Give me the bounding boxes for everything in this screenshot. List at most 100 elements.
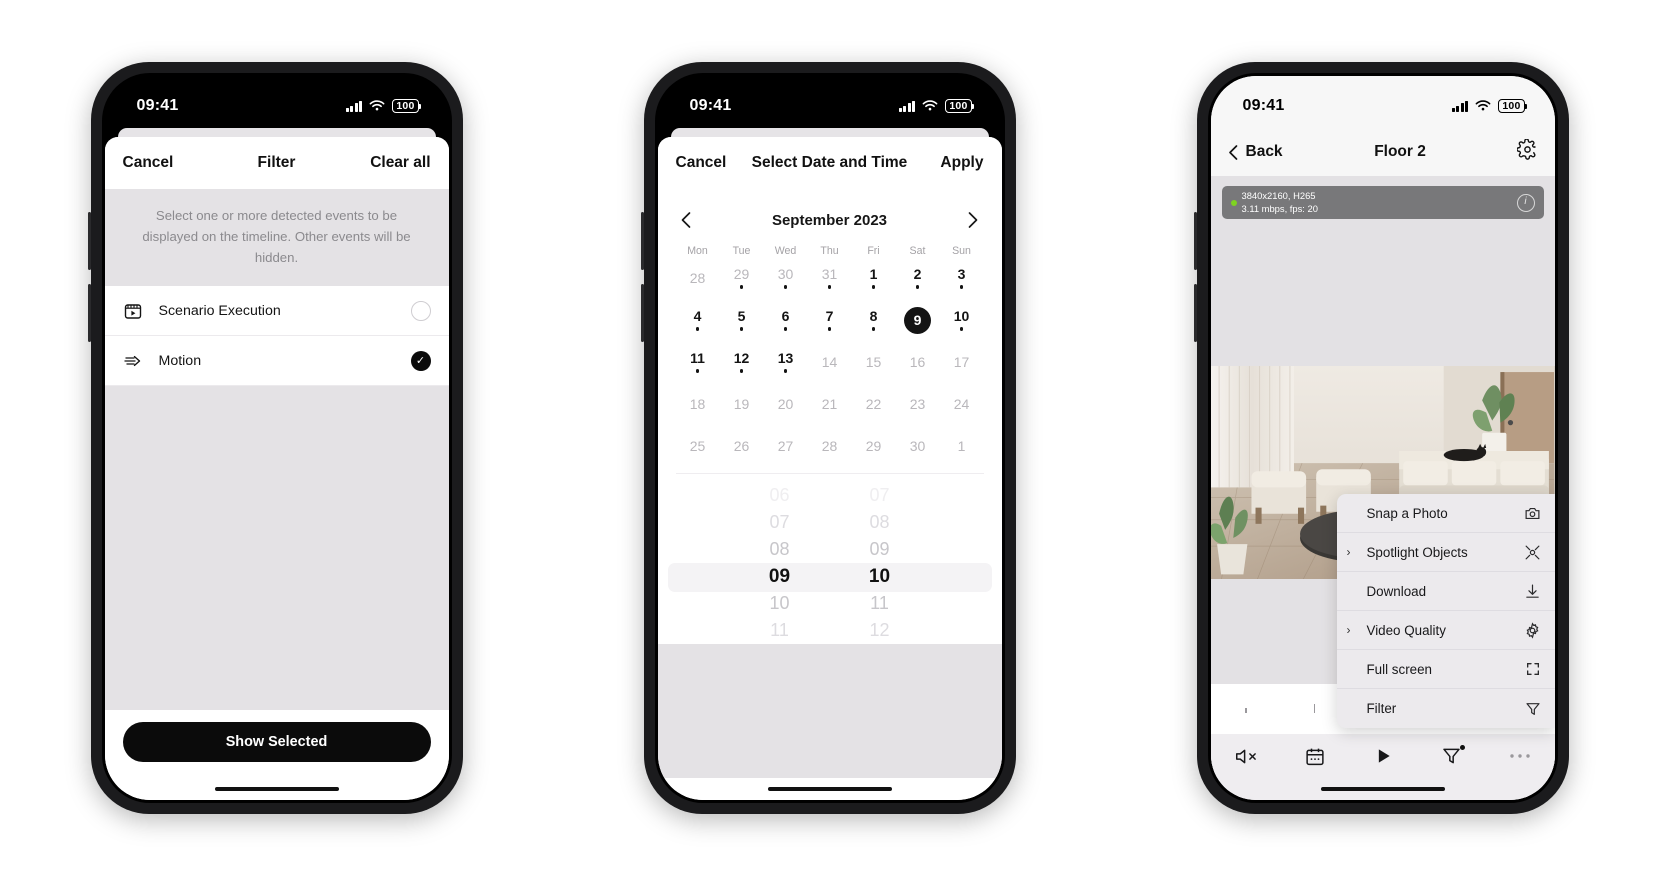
filter-navbar: Cancel Filter Clear all — [104, 137, 449, 189]
calendar-day[interactable]: 12 — [720, 341, 764, 383]
calendar-day[interactable]: 28 — [808, 425, 852, 467]
calendar-day[interactable]: 7 — [808, 299, 852, 341]
page-title: Select Date and Time — [751, 154, 908, 171]
minute-option[interactable]: 07 — [849, 482, 911, 509]
calendar-day[interactable]: 9 — [896, 299, 940, 341]
list-item-motion[interactable]: Motion ✓ — [104, 336, 449, 386]
calendar-day[interactable]: 4 — [676, 299, 720, 341]
hour-option[interactable]: 10 — [749, 590, 811, 617]
hour-option[interactable]: 09 — [749, 563, 811, 590]
stream-status-dot — [1230, 199, 1237, 206]
calendar-day[interactable]: 3 — [940, 257, 984, 299]
info-icon[interactable]: i — [1516, 193, 1535, 212]
menu-item-snap-a-photo[interactable]: Snap a Photo — [1336, 494, 1555, 533]
time-picker[interactable]: 06070809101112 07080910111213 — [657, 474, 1002, 644]
calendar-day[interactable]: 27 — [764, 425, 808, 467]
calendar-day[interactable]: 18 — [676, 383, 720, 425]
calendar-day[interactable]: 11 — [676, 341, 720, 383]
calendar-day[interactable]: 1 — [940, 425, 984, 467]
minute-option[interactable]: 09 — [849, 536, 911, 563]
calendar-day[interactable]: 29 — [852, 425, 896, 467]
hour-wheel[interactable]: 06070809101112 — [749, 482, 811, 644]
clear-all-button[interactable]: Clear all — [367, 154, 430, 172]
chevron-left-icon — [1228, 144, 1237, 160]
menu-item-video-quality[interactable]: › Video Quality — [1336, 611, 1555, 650]
calendar-day[interactable]: 26 — [720, 425, 764, 467]
calendar-day[interactable]: 22 — [852, 383, 896, 425]
chevron-right-icon: › — [1346, 545, 1351, 559]
calendar-day[interactable]: 2 — [896, 257, 940, 299]
hour-option[interactable]: 06 — [749, 482, 811, 509]
checkbox-unselected[interactable] — [410, 300, 431, 321]
gear-icon[interactable] — [1516, 138, 1538, 165]
calendar-day[interactable]: 19 — [720, 383, 764, 425]
hour-option[interactable]: 11 — [749, 617, 811, 644]
calendar-day[interactable]: 13 — [764, 341, 808, 383]
stream-info-badge: 3840x2160, H265 3.11 mbps, fps: 20 i — [1221, 186, 1544, 219]
calendar-day[interactable]: 15 — [852, 341, 896, 383]
calendar-day-number: 8 — [869, 308, 878, 325]
chevron-left-icon[interactable] — [676, 209, 698, 231]
minute-option[interactable]: 08 — [849, 509, 911, 536]
show-selected-button[interactable]: Show Selected — [122, 722, 431, 762]
calendar-day[interactable]: 30 — [764, 257, 808, 299]
calendar-day-number: 31 — [821, 266, 838, 283]
calendar-day[interactable]: 23 — [896, 383, 940, 425]
filter-button[interactable] — [1441, 745, 1465, 766]
calendar-day[interactable]: 28 — [676, 257, 720, 299]
cellular-bars-icon — [898, 100, 916, 112]
menu-item-label: Filter — [1366, 701, 1397, 716]
hour-option[interactable]: 07 — [749, 509, 811, 536]
calendar-button[interactable] — [1304, 746, 1326, 767]
calendar-day[interactable]: 29 — [720, 257, 764, 299]
more-button[interactable] — [1509, 752, 1531, 760]
calendar-day[interactable]: 10 — [940, 299, 984, 341]
list-item-scenario-execution[interactable]: Scenario Execution — [104, 286, 449, 336]
mute-button[interactable] — [1234, 746, 1257, 767]
context-menu[interactable]: Snap a Photo › Spotlight Objects Download › V… — [1336, 494, 1555, 728]
menu-item-download[interactable]: Download — [1336, 572, 1555, 611]
menu-item-filter[interactable]: Filter — [1337, 689, 1555, 728]
calendar-day[interactable]: 20 — [764, 383, 808, 425]
apply-button[interactable]: Apply — [919, 154, 983, 172]
status-time: 09:41 — [1242, 97, 1285, 114]
calendar-day[interactable]: 16 — [896, 341, 940, 383]
minute-option[interactable]: 11 — [849, 590, 911, 617]
calendar-day[interactable]: 14 — [808, 341, 852, 383]
calendar-day[interactable]: 1 — [852, 257, 896, 299]
menu-item-full-screen[interactable]: Full screen — [1336, 650, 1555, 689]
calendar-day[interactable]: 5 — [720, 299, 764, 341]
calendar-day-number: 3 — [957, 266, 966, 283]
event-dot — [959, 327, 964, 331]
calendar-day-number: 4 — [693, 308, 702, 325]
weekday-mon: Mon — [687, 245, 708, 257]
calendar: September 2023 Mon Tue Wed Thu Fri Sat Sun 28 2… — [657, 189, 1002, 474]
checkbox-selected[interactable]: ✓ — [410, 350, 431, 371]
calendar-day[interactable]: 31 — [808, 257, 852, 299]
play-button[interactable] — [1373, 746, 1393, 766]
minute-wheel[interactable]: 07080910111213 — [849, 482, 911, 644]
calendar-day-number: 12 — [733, 350, 750, 367]
cancel-button[interactable]: Cancel — [676, 154, 740, 172]
calendar-day[interactable]: 17 — [940, 341, 984, 383]
minute-option[interactable]: 10 — [849, 563, 911, 590]
calendar-day[interactable]: 25 — [676, 425, 720, 467]
calendar-day[interactable]: 8 — [852, 299, 896, 341]
event-dot — [915, 285, 920, 289]
calendar-day[interactable]: 6 — [764, 299, 808, 341]
battery-icon: 100 — [1498, 98, 1528, 114]
filter-icon — [1442, 748, 1460, 764]
calendar-day-number: 29 — [865, 437, 882, 454]
calendar-day-number: 14 — [821, 353, 838, 370]
minute-option[interactable]: 12 — [849, 617, 911, 644]
weekday-sun: Sun — [952, 245, 971, 257]
calendar-day[interactable]: 30 — [896, 425, 940, 467]
calendar-day[interactable]: 24 — [940, 383, 984, 425]
chevron-right-icon[interactable] — [961, 209, 983, 231]
menu-item-spotlight-objects[interactable]: › Spotlight Objects — [1336, 533, 1555, 572]
back-button[interactable]: Back — [1227, 143, 1283, 161]
hour-option[interactable]: 08 — [749, 536, 811, 563]
calendar-day[interactable]: 21 — [808, 383, 852, 425]
back-label: Back — [1245, 143, 1283, 160]
cancel-button[interactable]: Cancel — [123, 154, 187, 172]
